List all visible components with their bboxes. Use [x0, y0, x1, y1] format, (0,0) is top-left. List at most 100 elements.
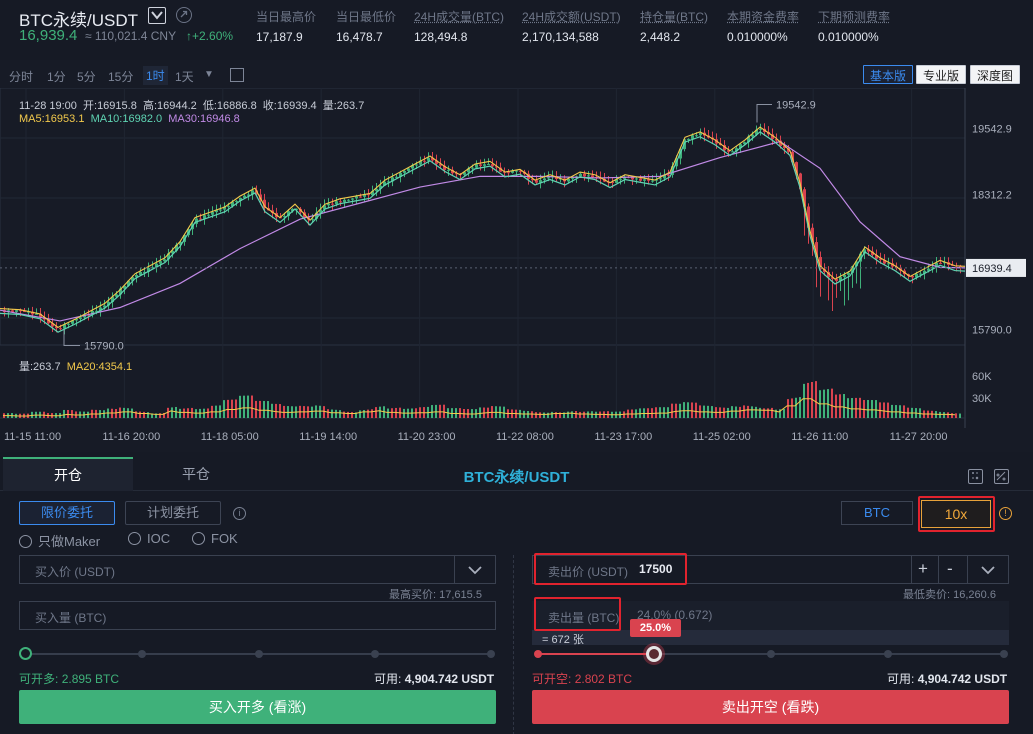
timeframe-dropdown-icon[interactable]: ▼: [204, 69, 214, 80]
volume-bar: [835, 394, 837, 418]
candle-body: [619, 178, 622, 180]
volume-bar: [851, 398, 853, 418]
volume-bar: [583, 411, 585, 418]
x-tick-label: 11-25 02:00: [693, 431, 751, 443]
candle-body: [667, 174, 670, 176]
volume-bar: [951, 413, 953, 418]
candle-body: [351, 198, 354, 200]
volume-bar: [503, 406, 505, 418]
volume-bar: [571, 411, 573, 418]
volume-bar: [855, 397, 857, 418]
limit-order-button[interactable]: 限价委托: [19, 501, 116, 525]
candle-body: [847, 272, 850, 275]
volume-bar: [567, 411, 569, 418]
option-ioc[interactable]: IOC: [128, 531, 170, 546]
volume-bar: [259, 400, 261, 418]
contracts-hint: = 672 张: [542, 634, 584, 646]
candle-body: [67, 323, 70, 325]
candle-body: [587, 175, 590, 177]
x-tick-label: 11-18 05:00: [201, 431, 259, 443]
candlestick-chart[interactable]: 19542.9 18312.2 15790.0 16939.4 19542.9 15790…: [0, 88, 1033, 452]
chevron-down-icon: [468, 566, 482, 575]
max-annotation: 19542.9: [776, 100, 816, 112]
buy-price-input[interactable]: 买入价 (USDT): [19, 555, 496, 584]
volume-bar: [755, 406, 757, 418]
volume-bar: [875, 400, 877, 418]
increase-price-button[interactable]: +: [918, 559, 928, 579]
unit-btc-button[interactable]: BTC: [841, 501, 913, 525]
volume-bar: [123, 407, 125, 418]
timeframe-5m[interactable]: 5分: [77, 68, 96, 85]
x-tick-label: 11-27 20:00: [890, 431, 948, 443]
volume-bar: [555, 412, 557, 418]
volume-bar: [439, 404, 441, 418]
candle-body: [359, 196, 362, 198]
slider-mark: [1000, 650, 1008, 658]
timeframe-1d[interactable]: 1天: [175, 68, 194, 85]
y-tick-label: 18312.2: [972, 189, 1012, 201]
candle-body: [731, 151, 734, 153]
buy-amount-input[interactable]: 买入量 (BTC): [19, 601, 496, 630]
volume-bar: [731, 406, 733, 418]
stat-volume: 24H成交量(BTC) 128,494.8: [414, 8, 504, 44]
volume-bar: [223, 400, 225, 418]
volume-bar: [63, 409, 65, 418]
view-pro-button[interactable]: 专业版: [916, 65, 967, 84]
timeframe-15m[interactable]: 15分: [108, 68, 133, 85]
sell-short-button[interactable]: 卖出开空 (看跌): [532, 690, 1009, 724]
sell-available: 可用: 4,904.742 USDT: [887, 672, 1008, 686]
volume-bar: [331, 409, 333, 418]
buy-can-open: 可开多: 2.895 BTC: [19, 672, 120, 686]
volume-bar: [131, 408, 133, 418]
view-depth-button[interactable]: 深度图: [970, 65, 1021, 84]
volume-bar: [443, 404, 445, 418]
candle-body: [347, 199, 350, 201]
candle-body: [695, 135, 698, 137]
chart-toolbar: 分时 1分 5分 15分 1时 1天 ▼ 基本版 专业版 深度图: [0, 60, 1033, 90]
candle-body: [423, 160, 426, 162]
volume-bar: [943, 412, 945, 418]
contracts-hint-bar: = 672 张: [532, 630, 1009, 646]
candle-body: [535, 180, 538, 183]
plan-order-button[interactable]: 计划委托: [125, 501, 222, 525]
volume-bar: [751, 406, 753, 418]
timeframe-1m[interactable]: 1分: [47, 68, 66, 85]
warning-icon[interactable]: !: [999, 507, 1012, 520]
volume-bar: [363, 410, 365, 418]
decrease-price-button[interactable]: -: [947, 559, 953, 579]
candle-body: [631, 177, 634, 180]
volume-bar: [335, 409, 337, 418]
buy-long-button[interactable]: 买入开多 (看涨): [19, 690, 496, 724]
screenshot-icon[interactable]: [230, 68, 244, 82]
volume-bar: [587, 411, 589, 418]
volume-bar: [367, 409, 369, 418]
volume-bar: [595, 411, 597, 418]
candle-body: [339, 201, 342, 203]
candle-body: [475, 164, 478, 168]
volume-bar: [171, 407, 173, 418]
ma-legend: MA5:16953.1 MA10:16982.0 MA30:16946.8: [19, 113, 240, 125]
ma10-line: [0, 131, 966, 333]
timeframe-line[interactable]: 分时: [9, 68, 33, 85]
volume-bar: [691, 402, 693, 418]
buy-slider-handle[interactable]: [19, 647, 32, 660]
volume-bar: [479, 407, 481, 418]
symbol-dropdown-icon[interactable]: [148, 7, 166, 24]
candle-body: [659, 178, 662, 180]
volume-bar: [735, 406, 737, 418]
volume-bar: [903, 405, 905, 418]
info-icon[interactable]: i: [233, 507, 246, 520]
stat-value: 128,494.8: [414, 30, 468, 44]
volume-bar: [279, 404, 281, 418]
volume-bar: [871, 400, 873, 418]
option-fok[interactable]: FOK: [192, 531, 238, 546]
candle-body: [415, 164, 418, 166]
option-maker-only[interactable]: 只做Maker: [19, 531, 100, 550]
sell-slider-handle[interactable]: [646, 646, 662, 662]
calculator-icon[interactable]: [968, 469, 983, 484]
contract-info-icon[interactable]: [176, 7, 192, 23]
volume-bar: [319, 405, 321, 418]
settings-icon[interactable]: [994, 469, 1009, 484]
view-basic-button[interactable]: 基本版: [863, 65, 914, 84]
timeframe-1h[interactable]: 1时: [143, 66, 168, 85]
